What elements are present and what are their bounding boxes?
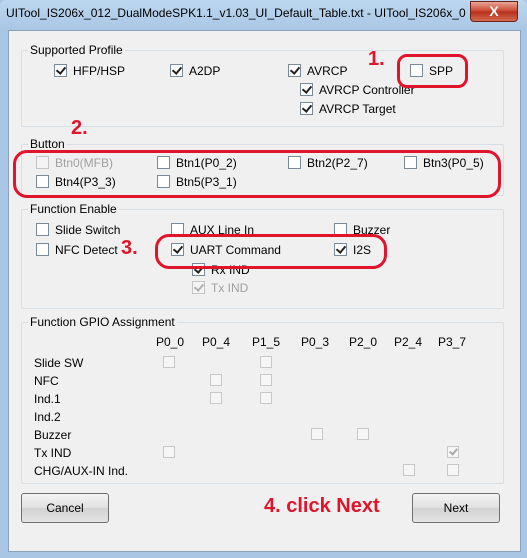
function-enable-group: Function Enable Slide Switch AUX Line In… [21, 202, 504, 309]
gpio-checkbox[interactable] [163, 446, 175, 458]
checkbox-aux-line-in[interactable]: AUX Line In [171, 222, 254, 238]
checkbox-box[interactable] [334, 223, 347, 236]
checkbox-avrcp[interactable]: AVRCP [288, 63, 347, 79]
gpio-row-label: Tx IND [34, 446, 72, 460]
checkbox-box[interactable] [288, 156, 301, 169]
checkbox-buzzer[interactable]: Buzzer [334, 222, 390, 238]
gpio-column-header: P2_0 [349, 335, 378, 349]
group-label: Button [28, 137, 67, 151]
annotation-step-1: 1. [368, 48, 385, 70]
window-title: UITool_IS206x_012_DualModeSPK1.1_v1.03_U… [6, 6, 466, 20]
checkbox-nfc-detect[interactable]: NFC Detect [36, 242, 118, 258]
annotation-step-3: 3. [121, 237, 138, 259]
close-button[interactable]: X [470, 1, 518, 22]
next-button[interactable]: Next [412, 493, 500, 523]
gpio-row-label: Buzzer [34, 428, 72, 442]
checkbox-slide-switch[interactable]: Slide Switch [36, 222, 120, 238]
checkbox-btn1[interactable]: Btn1(P0_2) [157, 155, 237, 171]
checkbox-box[interactable] [170, 64, 183, 77]
gpio-column-header: P0_4 [202, 335, 231, 349]
checkbox-box[interactable] [36, 223, 49, 236]
gpio-checkbox[interactable] [403, 464, 415, 476]
gpio-row-label: Ind.2 [34, 410, 61, 424]
dialog-client-area: Supported Profile HFP/HSP A2DP AVRCP SPP… [8, 30, 521, 552]
checkbox-box[interactable] [334, 243, 347, 256]
checkbox-box[interactable] [410, 64, 423, 77]
checkbox-uart-command[interactable]: UART Command [171, 242, 281, 258]
gpio-row-label: Slide SW [34, 356, 84, 370]
gpio-checkbox[interactable] [447, 446, 459, 458]
gpio-checkbox[interactable] [357, 428, 369, 440]
gpio-column-header: P3_7 [438, 335, 467, 349]
cancel-button[interactable]: Cancel [21, 493, 109, 523]
checkbox-box[interactable] [157, 175, 170, 188]
checkbox-hfp-hsp[interactable]: HFP/HSP [54, 63, 125, 79]
checkbox-avrcp-target[interactable]: AVRCP Target [300, 101, 396, 117]
checkbox-spp[interactable]: SPP [410, 63, 453, 79]
checkbox-box[interactable] [171, 223, 184, 236]
checkbox-box[interactable] [192, 263, 205, 276]
gpio-checkbox[interactable] [260, 356, 272, 368]
checkbox-tx-ind[interactable]: Tx IND [192, 280, 248, 296]
gpio-checkbox[interactable] [163, 356, 175, 368]
gpio-checkbox[interactable] [260, 392, 272, 404]
checkbox-box[interactable] [36, 156, 49, 169]
gpio-checkbox[interactable] [260, 374, 272, 386]
checkbox-btn5[interactable]: Btn5(P3_1) [157, 174, 237, 190]
checkbox-box[interactable] [36, 243, 49, 256]
checkbox-box[interactable] [300, 102, 313, 115]
button-group: Button Btn0(MFB) Btn1(P0_2) Btn2(P2_7) B… [21, 137, 504, 196]
gpio-assignment-group: Function GPIO Assignment P0_0 P0_4 P1_5 … [21, 315, 504, 484]
group-label: Function Enable [28, 202, 119, 216]
checkbox-box[interactable] [54, 64, 67, 77]
checkbox-btn2[interactable]: Btn2(P2_7) [288, 155, 368, 171]
checkbox-box[interactable] [288, 64, 301, 77]
gpio-row-label: CHG/AUX-IN Ind. [34, 464, 129, 478]
gpio-column-header: P0_3 [301, 335, 330, 349]
gpio-column-header: P1_5 [252, 335, 281, 349]
gpio-row-label: NFC [34, 374, 59, 388]
checkbox-box[interactable] [404, 156, 417, 169]
checkbox-box[interactable] [192, 281, 205, 294]
group-label: Supported Profile [28, 43, 125, 57]
annotation-step-4: 4. click Next [264, 495, 380, 517]
gpio-column-header: P0_0 [156, 335, 185, 349]
checkbox-box[interactable] [157, 156, 170, 169]
gpio-checkbox[interactable] [311, 428, 323, 440]
gpio-checkbox[interactable] [447, 464, 459, 476]
checkbox-box[interactable] [300, 83, 313, 96]
group-label: Function GPIO Assignment [28, 315, 177, 329]
annotation-step-2: 2. [71, 117, 88, 139]
checkbox-avrcp-controller[interactable]: AVRCP Controller [300, 82, 415, 98]
gpio-checkbox[interactable] [210, 374, 222, 386]
window-frame: UITool_IS206x_012_DualModeSPK1.1_v1.03_U… [0, 0, 527, 558]
supported-profile-group: Supported Profile HFP/HSP A2DP AVRCP SPP… [21, 43, 504, 127]
checkbox-a2dp[interactable]: A2DP [170, 63, 220, 79]
checkbox-box[interactable] [171, 243, 184, 256]
checkbox-btn4[interactable]: Btn4(P3_3) [36, 174, 116, 190]
checkbox-btn3[interactable]: Btn3(P0_5) [404, 155, 484, 171]
checkbox-i2s[interactable]: I2S [334, 242, 371, 258]
gpio-checkbox[interactable] [210, 392, 222, 404]
checkbox-btn0[interactable]: Btn0(MFB) [36, 155, 113, 171]
checkbox-box[interactable] [36, 175, 49, 188]
gpio-row-label: Ind.1 [34, 392, 61, 406]
gpio-column-header: P2_4 [394, 335, 423, 349]
checkbox-rx-ind[interactable]: Rx IND [192, 262, 250, 278]
